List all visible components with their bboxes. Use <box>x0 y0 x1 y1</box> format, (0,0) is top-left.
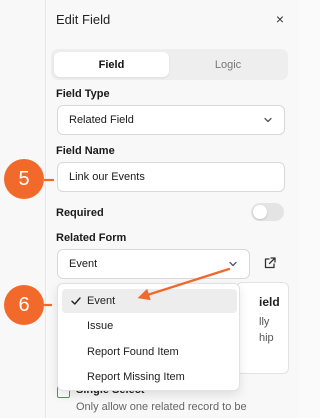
related-form-value: Event <box>69 258 98 270</box>
field-type-select[interactable]: Related Field <box>57 105 285 135</box>
dropdown-option-event[interactable]: Event <box>62 289 237 313</box>
dropdown-option-label: Report Missing Item <box>87 371 185 383</box>
field-name-input[interactable]: Link our Events <box>57 162 285 192</box>
toggle-knob <box>253 205 267 219</box>
close-icon[interactable]: × <box>272 11 288 27</box>
panel-header: Edit Field × <box>56 11 288 30</box>
left-background-strip <box>0 0 46 418</box>
required-toggle[interactable] <box>251 203 284 221</box>
tab-logic[interactable]: Logic <box>171 52 285 77</box>
tab-bar: Field Logic <box>51 49 288 80</box>
dropdown-option-report-missing-item[interactable]: Report Missing Item <box>62 365 237 389</box>
dropdown-option-label: Event <box>87 295 116 307</box>
chevron-down-icon <box>264 117 272 123</box>
field-name-label: Field Name <box>56 145 115 157</box>
step-badge-6: 6 <box>4 285 44 325</box>
background-option-description: Only allow one related record to be <box>76 401 247 413</box>
background-card-line: lly <box>259 316 270 328</box>
background-card: ield lly hip <box>236 282 289 374</box>
dropdown-option-label: Issue <box>87 320 114 332</box>
dropdown-option-label: Report Found Item <box>87 346 179 358</box>
dropdown-option-issue[interactable]: Issue <box>62 314 237 338</box>
step-badge-5: 5 <box>4 159 44 199</box>
external-link-icon[interactable] <box>263 256 277 270</box>
field-type-label: Field Type <box>56 88 110 100</box>
background-card-line: ield <box>259 295 280 309</box>
chevron-down-icon <box>229 261 237 267</box>
checkmark-icon <box>71 297 81 305</box>
tab-field[interactable]: Field <box>54 52 169 77</box>
field-name-value: Link our Events <box>69 171 145 183</box>
background-card-line: hip <box>259 332 274 344</box>
panel-title: Edit Field <box>56 12 111 27</box>
required-label: Required <box>56 207 104 219</box>
related-form-select[interactable]: Event <box>57 249 250 279</box>
dropdown-option-report-found-item[interactable]: Report Found Item <box>62 340 237 364</box>
related-form-label: Related Form <box>56 232 127 244</box>
field-type-value: Related Field <box>69 114 134 126</box>
related-form-dropdown: Event Issue Report Found Item Report Mis… <box>57 283 240 391</box>
